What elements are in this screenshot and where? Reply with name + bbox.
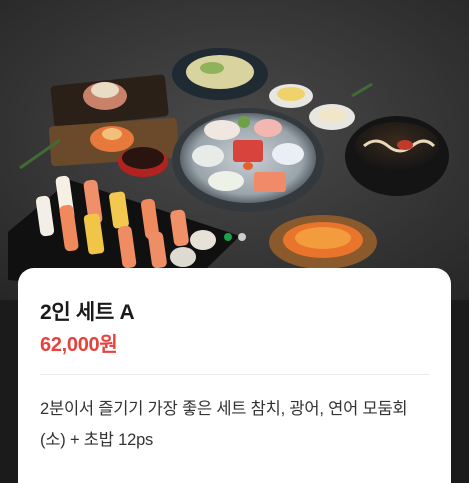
sushi-set-photo (0, 0, 469, 300)
hero-image[interactable] (0, 0, 469, 300)
carousel-indicator (0, 233, 469, 241)
carousel-dot-active[interactable] (223, 233, 232, 241)
product-title: 2인 세트 A (40, 301, 135, 324)
product-price: 62,000원 (40, 334, 118, 356)
divider (40, 374, 429, 375)
carousel-dot[interactable] (237, 233, 246, 241)
product-description: 2분이서 즐기기 가장 좋은 세트 참치, 광어, 연어 모둠회 (소) + 초… (40, 400, 408, 449)
product-info-card: 2인 세트 A 62,000원 2분이서 즐기기 가장 좋은 세트 참치, 광어… (18, 268, 451, 483)
